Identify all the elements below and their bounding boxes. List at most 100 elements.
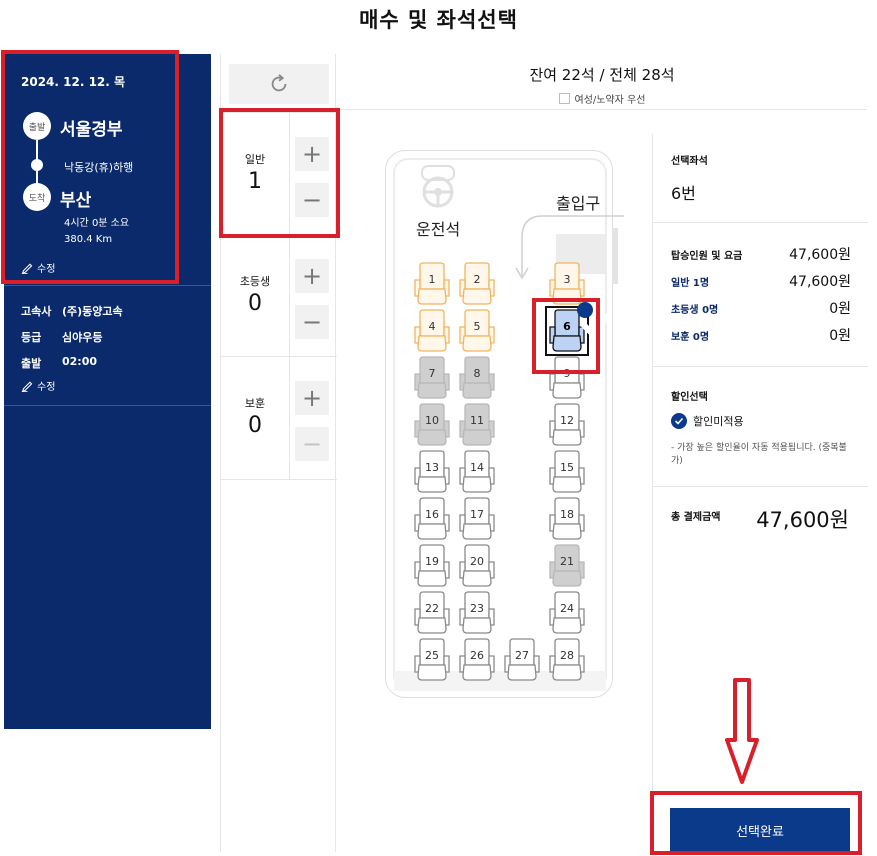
company-row: 고속사 (주)동양고속 — [21, 303, 123, 319]
veteran-fare-label: 보훈 0명 — [671, 331, 710, 343]
trip-duration: 4시간 0분 소요 — [64, 218, 130, 229]
plus-icon: + — [301, 140, 323, 168]
seat-14[interactable]: 14 — [458, 450, 496, 494]
seat-16[interactable]: 16 — [413, 497, 451, 541]
seat-number: 22 — [425, 602, 439, 615]
legend-label: 여성/노약자 우선 — [574, 95, 646, 106]
seat-27[interactable]: 27 — [503, 638, 541, 682]
passenger-veteran: 보훈 0 + − — [221, 356, 337, 480]
seat-20[interactable]: 20 — [458, 544, 496, 588]
remaining-seats: 잔여 22석 / 전체 28석 — [529, 66, 675, 84]
reset-button[interactable] — [229, 64, 329, 104]
seat-number: 4 — [428, 320, 436, 333]
plus-icon: + — [301, 384, 323, 412]
decrease-veteran-button[interactable]: − — [295, 427, 329, 461]
company-value: (주)동양고속 — [62, 305, 123, 318]
depart-time-key: 출발 — [21, 357, 42, 370]
seat-25[interactable]: 25 — [413, 638, 451, 682]
general-fare-row: 일반 1명 47,600원 — [671, 271, 851, 291]
seat-number: 24 — [560, 602, 574, 615]
seat-number: 7 — [428, 367, 436, 380]
priority-seat-swatch — [558, 93, 570, 104]
total-label: 총 결제금액 — [671, 512, 721, 523]
seat-number: 17 — [470, 508, 484, 521]
column-divider — [289, 235, 290, 357]
seat-26[interactable]: 26 — [458, 638, 496, 682]
check-icon — [671, 413, 687, 429]
seat-number: 21 — [560, 555, 574, 568]
general-fare-value: 47,600원 — [789, 274, 851, 290]
seat-24[interactable]: 24 — [548, 591, 586, 635]
passenger-count: 1 — [248, 169, 262, 194]
seat-number: 14 — [470, 461, 484, 474]
plus-icon: + — [301, 262, 323, 290]
pencil-icon — [21, 263, 33, 274]
minus-icon: − — [301, 430, 323, 458]
edit-bus-button[interactable]: 수정 — [21, 378, 55, 393]
passenger-label: 초등생 — [239, 275, 271, 288]
veteran-fare-value: 0원 — [829, 328, 851, 344]
seat-number: 20 — [470, 555, 484, 568]
increase-veteran-button[interactable]: + — [295, 381, 329, 415]
seat-3[interactable]: 3 — [548, 262, 586, 306]
edit-trip-label: 수정 — [37, 264, 56, 275]
down-arrow-icon — [725, 678, 759, 784]
seat-2[interactable]: 2 — [458, 262, 496, 306]
grade-key: 등급 — [21, 331, 42, 344]
seat-number: 2 — [473, 273, 481, 286]
passenger-child: 초등생 0 + − — [221, 234, 337, 357]
seat-legend: 여성/노약자 우선 — [337, 91, 867, 106]
seat-number: 1 — [428, 273, 436, 286]
steering-wheel-icon — [421, 165, 455, 208]
selected-check-icon — [577, 302, 612, 338]
seat-15[interactable]: 15 — [548, 450, 586, 494]
seat-9[interactable]: 9 — [548, 356, 586, 400]
seat-number: 18 — [560, 508, 574, 521]
pencil-icon — [21, 381, 33, 392]
company-key: 고속사 — [21, 305, 52, 318]
decrease-child-button[interactable]: − — [295, 305, 329, 339]
seat-4[interactable]: 4 — [413, 309, 451, 353]
increase-general-button[interactable]: + — [295, 137, 329, 171]
decrease-general-button[interactable]: − — [295, 183, 329, 217]
seat-23[interactable]: 23 — [458, 591, 496, 635]
column-divider — [289, 113, 290, 235]
increase-child-button[interactable]: + — [295, 259, 329, 293]
seat-17[interactable]: 17 — [458, 497, 496, 541]
minus-icon: − — [301, 186, 323, 214]
selected-seat-value: 6번 — [671, 184, 696, 203]
seat-1[interactable]: 1 — [413, 262, 451, 306]
panel-divider — [653, 486, 868, 487]
child-fare-label: 초등생 0명 — [671, 304, 719, 316]
depart-time-row: 출발 02:00 — [21, 355, 97, 371]
travel-date: 2024. 12. 12. 목 — [21, 75, 126, 89]
trip-sidebar: 2024. 12. 12. 목 출발 서울경부 낙동강(휴)하행 도착 부산 4… — [4, 54, 211, 729]
child-fare-value: 0원 — [829, 301, 851, 317]
seat-number: 27 — [515, 649, 529, 662]
seat-13[interactable]: 13 — [413, 450, 451, 494]
discount-label: 할인선택 — [671, 392, 708, 403]
seat-22[interactable]: 22 — [413, 591, 451, 635]
grade-row: 등급 심야우등 — [21, 329, 102, 345]
selected-seat-label: 선택좌석 — [671, 156, 708, 167]
edit-trip-button[interactable]: 수정 — [21, 260, 55, 275]
arrive-city: 부산 — [60, 191, 92, 211]
seat-19[interactable]: 19 — [413, 544, 451, 588]
seat-number: 8 — [473, 367, 481, 380]
seat-5[interactable]: 5 — [458, 309, 496, 353]
seat-6[interactable]: 6 — [545, 302, 612, 356]
seat-18[interactable]: 18 — [548, 497, 586, 541]
column-divider — [289, 357, 290, 479]
seat-number: 16 — [425, 508, 439, 521]
child-fare-row: 초등생 0명 0원 — [671, 298, 851, 318]
seat-28[interactable]: 28 — [548, 638, 586, 682]
depart-badge: 출발 — [23, 112, 51, 140]
total-amount: 47,600원 — [756, 508, 849, 532]
seat-number: 13 — [425, 461, 439, 474]
complete-selection-button[interactable]: 선택완료 — [670, 808, 850, 852]
arrive-badge: 도착 — [23, 183, 51, 211]
discount-option[interactable]: 할인미적용 — [671, 413, 744, 429]
seat-12[interactable]: 12 — [548, 403, 586, 447]
passenger-counter-panel: 일반 1 + − 초등생 0 + − 보훈 0 + − — [220, 54, 337, 852]
fare-label: 탑승인원 및 요금 — [671, 250, 743, 262]
